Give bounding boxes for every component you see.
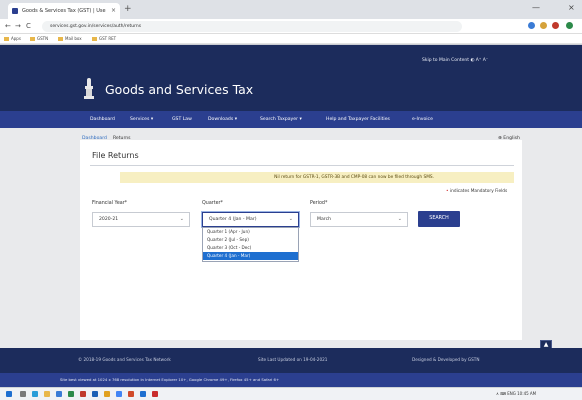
- taskbar-app-icon[interactable]: [56, 391, 62, 397]
- language-selector[interactable]: ⊕ English: [498, 136, 520, 141]
- menu-gst-law[interactable]: GST Law: [172, 111, 192, 128]
- menu-downloads[interactable]: Downloads ▾: [208, 111, 237, 128]
- extension-icon[interactable]: [540, 22, 547, 29]
- financial-year-select[interactable]: 2020-21 ⌄: [92, 212, 190, 227]
- search-icon[interactable]: [20, 391, 26, 397]
- chrome-icon[interactable]: [116, 391, 122, 397]
- system-tray[interactable]: ∧ ⌨ ENG 10:45 AM: [496, 391, 536, 396]
- financial-year-label: Financial Year*: [92, 201, 128, 206]
- menu-search-taxpayer[interactable]: Search Taxpayer ▾: [260, 111, 302, 128]
- mandatory-text: indicates Mandatory Fields: [449, 189, 508, 194]
- financial-year-value: 2020-21: [99, 217, 119, 222]
- period-value: March: [317, 217, 332, 222]
- mandatory-star: •: [446, 189, 449, 194]
- gst-favicon-icon: [12, 8, 18, 14]
- quarter-option[interactable]: Quarter 1 (Apr - Jun): [203, 228, 298, 236]
- excel-icon[interactable]: [68, 391, 74, 397]
- national-emblem-icon: [84, 78, 94, 99]
- folder-icon: [30, 37, 35, 41]
- taskbar-app-icon[interactable]: [140, 391, 146, 397]
- browser-tab-bar: Goods & Services Tax (GST) | Use × + — ×: [0, 0, 582, 19]
- menu-help[interactable]: Help and Taxpayer Facilities: [326, 111, 390, 128]
- footer-copyright: © 2018-19 Goods and Services Tax Network: [78, 357, 171, 362]
- main-menu: Dashboard Services ▾ GST Law Downloads ▾…: [0, 111, 582, 128]
- tab-close-icon[interactable]: ×: [111, 3, 116, 19]
- close-window-icon[interactable]: ×: [568, 3, 575, 12]
- mandatory-note: • indicates Mandatory Fields: [446, 189, 507, 194]
- taskbar-app-icon[interactable]: [128, 391, 134, 397]
- site-title[interactable]: Goods and Services Tax: [105, 82, 253, 97]
- period-label: Period*: [310, 201, 328, 206]
- quarter-dropdown-list: Quarter 1 (Apr - Jun) Quarter 2 (Jul - S…: [202, 227, 299, 262]
- menu-dashboard[interactable]: Dashboard: [90, 111, 115, 128]
- title-divider: [90, 165, 514, 166]
- menu-e-invoice[interactable]: e-Invoice: [412, 111, 433, 128]
- edge-icon[interactable]: [32, 391, 38, 397]
- new-tab-icon[interactable]: +: [124, 3, 132, 16]
- search-button[interactable]: SEARCH: [418, 211, 460, 227]
- quarter-option[interactable]: Quarter 2 (Jul - Sep): [203, 236, 298, 244]
- os-taskbar: ∧ ⌨ ENG 10:45 AM: [0, 387, 582, 400]
- returns-panel: [80, 140, 522, 340]
- bookmark-item[interactable]: GSTN: [30, 34, 48, 44]
- quarter-option[interactable]: Quarter 3 (Oct - Dec): [203, 244, 298, 252]
- profile-avatar-icon[interactable]: [566, 22, 573, 29]
- bookmark-item[interactable]: Apps: [4, 34, 21, 44]
- extension-icon[interactable]: [528, 22, 535, 29]
- page-title: File Returns: [92, 151, 139, 160]
- taskbar-app-icon[interactable]: [152, 391, 158, 397]
- site-footer: © 2018-19 Goods and Services Tax Network…: [0, 348, 582, 373]
- chevron-down-icon: ⌄: [397, 216, 402, 222]
- footer-designed-by: Designed & Developed by GSTN: [412, 357, 480, 362]
- menu-services[interactable]: Services ▾: [130, 111, 153, 128]
- file-explorer-icon[interactable]: [44, 391, 50, 397]
- bookmark-item[interactable]: GST RET: [92, 34, 116, 44]
- address-bar-row: ← → C services.gst.gov.in/services/auth/…: [0, 19, 582, 34]
- quarter-label: Quarter*: [202, 201, 223, 206]
- tab-title: Goods & Services Tax (GST) | Use: [22, 8, 106, 14]
- browser-tab[interactable]: Goods & Services Tax (GST) | Use ×: [8, 3, 120, 19]
- bookmarks-bar: Apps GSTN Mail box GST RET: [0, 34, 582, 44]
- accessibility-links[interactable]: Skip to Main Content ◐ A⁺ A⁻: [422, 58, 488, 63]
- taskbar-app-icon[interactable]: [104, 391, 110, 397]
- apps-icon: [4, 37, 9, 41]
- taskbar-app-icon[interactable]: [80, 391, 86, 397]
- quarter-select[interactable]: Quarter 4 (Jan - Mar) ⌄: [202, 212, 299, 227]
- site-top-strip: Skip to Main Content ◐ A⁺ A⁻: [0, 45, 582, 69]
- breadcrumb-dashboard[interactable]: Dashboard: [82, 136, 107, 141]
- footer-browser-note-bar: Site best viewed at 1024 x 768 resolutio…: [0, 373, 582, 387]
- reload-icon[interactable]: C: [26, 20, 31, 33]
- chevron-down-icon: ⌄: [179, 216, 184, 222]
- quarter-value: Quarter 4 (Jan - Mar): [209, 217, 257, 222]
- bookmark-item[interactable]: Mail box: [58, 34, 82, 44]
- start-icon[interactable]: [6, 391, 12, 397]
- chevron-down-icon: ⌄: [288, 216, 293, 222]
- word-icon[interactable]: [92, 391, 98, 397]
- url-input[interactable]: services.gst.gov.in/services/auth/return…: [42, 21, 462, 32]
- back-icon[interactable]: ←: [5, 20, 11, 33]
- sms-notice-banner: Nil return for GSTR-1, GSTR-3B and CMP-0…: [120, 172, 514, 183]
- forward-icon[interactable]: →: [15, 20, 21, 33]
- folder-icon: [58, 37, 63, 41]
- site-header: Goods and Services Tax: [0, 69, 582, 111]
- quarter-option-selected[interactable]: Quarter 4 (Jan - Mar): [203, 252, 298, 260]
- breadcrumb-returns: Returns: [112, 136, 131, 141]
- screen: Goods & Services Tax (GST) | Use × + — ×…: [0, 0, 582, 400]
- folder-icon: [92, 37, 97, 41]
- minimize-icon[interactable]: —: [532, 3, 540, 12]
- footer-last-updated: Site Last Updated on 19-04-2021: [258, 357, 328, 362]
- breadcrumb: Dashboard Returns: [82, 136, 131, 141]
- footer-browser-note: Site best viewed at 1024 x 768 resolutio…: [60, 377, 280, 382]
- period-select[interactable]: March ⌄: [310, 212, 408, 227]
- extension-icon[interactable]: [552, 22, 559, 29]
